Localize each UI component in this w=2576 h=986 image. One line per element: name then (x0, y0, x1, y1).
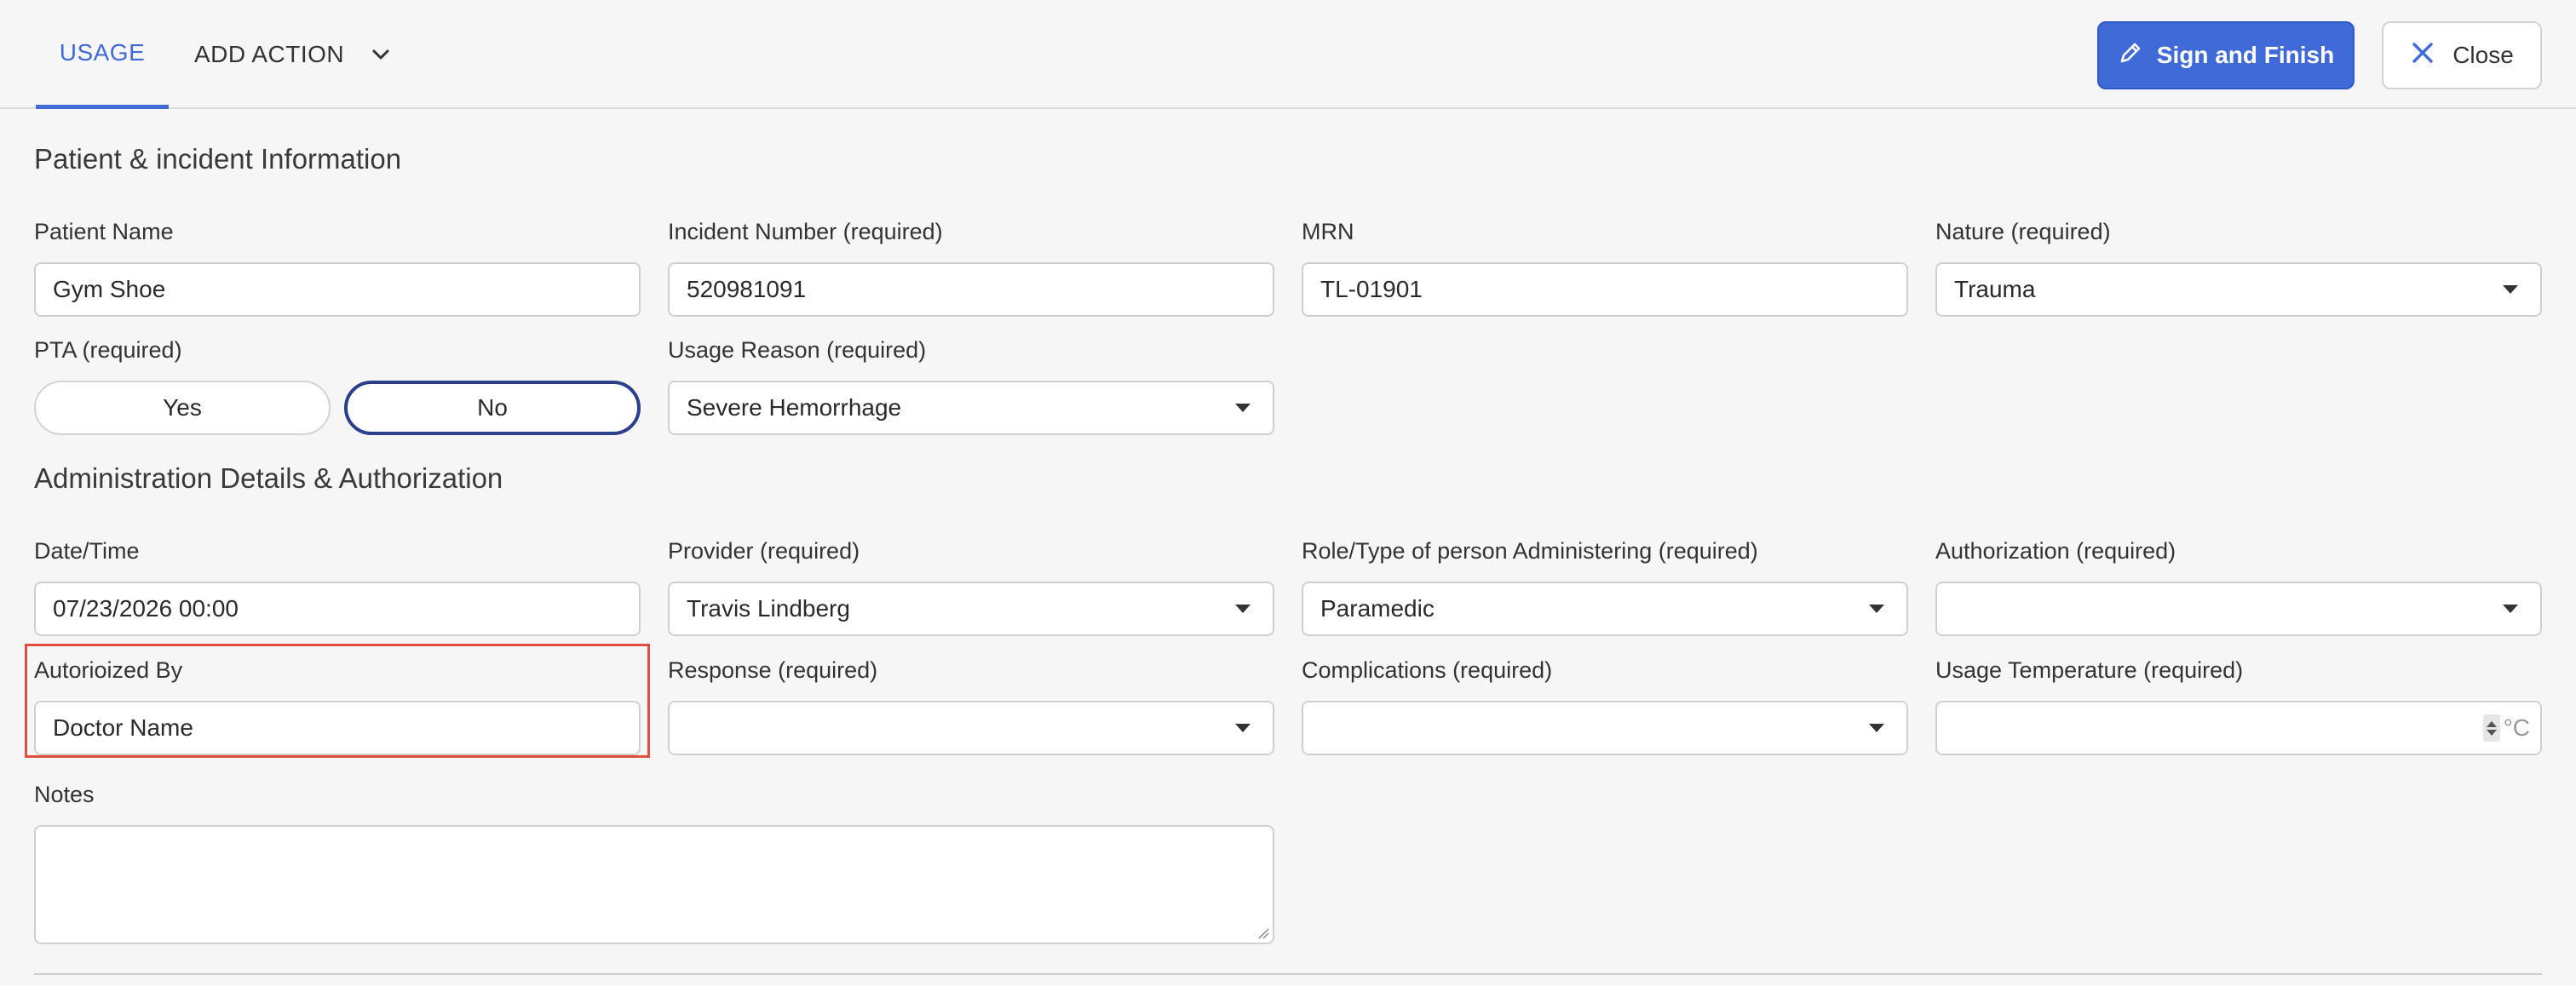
temperature-unit: °C (2503, 714, 2530, 741)
patient-name-field: Patient Name Gym Shoe (34, 215, 641, 317)
tab-add-action[interactable]: ADD ACTION (194, 0, 392, 109)
close-icon (2410, 40, 2435, 72)
caret-down-icon (1235, 605, 1251, 613)
section-title-patient: Patient & incident Information (34, 143, 402, 175)
pta-label: PTA (required) (34, 337, 182, 363)
caret-down-icon (1235, 724, 1251, 732)
incident-number-input[interactable]: 520981091 (668, 262, 1274, 317)
authorized-by-value: Doctor Name (53, 714, 193, 741)
section-title-administration: Administration Details & Authorization (34, 462, 503, 494)
usage-temperature-label: Usage Temperature (required) (1935, 657, 2244, 683)
usage-reason-field: Usage Reason (required) Severe Hemorrhag… (668, 333, 1274, 435)
caret-down-icon (2503, 285, 2518, 294)
response-field: Response (required) (668, 653, 1274, 755)
caret-down-icon (2503, 605, 2518, 613)
pta-yes-label: Yes (163, 394, 202, 421)
tab-usage[interactable]: USAGE (36, 0, 169, 109)
close-button[interactable]: Close (2382, 21, 2542, 89)
role-select[interactable]: Paramedic (1302, 582, 1908, 636)
caret-down-icon (1869, 724, 1884, 732)
authorized-by-label: Autorioized By (34, 657, 183, 683)
provider-select[interactable]: Travis Lindberg (668, 582, 1274, 636)
datetime-input[interactable]: 07/23/2026 00:00 (34, 582, 641, 636)
datetime-field: Date/Time 07/23/2026 00:00 (34, 534, 641, 636)
response-select[interactable] (668, 701, 1274, 755)
nature-select[interactable]: Trauma (1935, 262, 2542, 317)
chevron-down-icon[interactable] (370, 43, 392, 66)
usage-reason-select[interactable]: Severe Hemorrhage (668, 381, 1274, 435)
tab-add-action-label: ADD ACTION (194, 41, 345, 67)
nature-field: Nature (required) Trauma (1935, 215, 2542, 317)
incident-number-label: Incident Number (required) (668, 219, 943, 244)
authorized-by-field: Autorioized By Doctor Name (34, 653, 641, 755)
notes-textarea[interactable] (34, 825, 1274, 944)
pta-toggle-group: Yes No (34, 381, 641, 435)
tab-usage-label: USAGE (59, 38, 146, 66)
sign-and-finish-label: Sign and Finish (2156, 42, 2335, 68)
authorization-select[interactable] (1935, 582, 2542, 636)
patient-name-label: Patient Name (34, 219, 174, 244)
spinner-up-icon[interactable] (2486, 720, 2497, 727)
sign-and-finish-button[interactable]: Sign and Finish (2097, 21, 2355, 89)
incident-number-value: 520981091 (687, 276, 807, 302)
provider-field: Provider (required) Travis Lindberg (668, 534, 1274, 636)
authorization-field: Authorization (required) (1935, 534, 2542, 636)
top-bar: USAGE ADD ACTION Sign and Finish Close (0, 0, 2576, 109)
close-label: Close (2452, 42, 2514, 68)
role-value: Paramedic (1320, 595, 1435, 622)
authorized-by-input[interactable]: Doctor Name (34, 701, 641, 755)
mrn-input[interactable]: TL-01901 (1302, 262, 1908, 317)
role-field: Role/Type of person Administering (requi… (1302, 534, 1908, 636)
datetime-label: Date/Time (34, 538, 140, 564)
nature-label: Nature (required) (1935, 219, 2111, 244)
number-spinner[interactable] (2482, 714, 2500, 742)
complications-select[interactable] (1302, 701, 1908, 755)
complications-field: Complications (required) (1302, 653, 1908, 755)
temperature-suffix: °C (2482, 702, 2530, 754)
usage-reason-value: Severe Hemorrhage (687, 394, 902, 421)
mrn-field: MRN TL-01901 (1302, 215, 1908, 317)
datetime-value: 07/23/2026 00:00 (53, 595, 239, 622)
complications-label: Complications (required) (1302, 657, 1553, 683)
spinner-down-icon[interactable] (2486, 729, 2497, 736)
notes-label: Notes (34, 782, 95, 807)
pta-yes-button[interactable]: Yes (34, 381, 331, 435)
patient-name-value: Gym Shoe (53, 276, 166, 302)
pta-no-button[interactable]: No (344, 381, 641, 435)
incident-number-field: Incident Number (required) 520981091 (668, 215, 1274, 317)
notes-field: Notes (34, 777, 1274, 944)
resize-grip-icon[interactable] (1257, 927, 1269, 939)
mrn-label: MRN (1302, 219, 1354, 244)
provider-label: Provider (required) (668, 538, 860, 564)
patient-name-input[interactable]: Gym Shoe (34, 262, 641, 317)
role-label: Role/Type of person Administering (requi… (1302, 538, 1758, 564)
usage-temperature-field: Usage Temperature (required) °C (1935, 653, 2542, 755)
caret-down-icon (1869, 605, 1884, 613)
usage-reason-label: Usage Reason (required) (668, 337, 927, 363)
nature-value: Trauma (1954, 276, 2036, 302)
authorization-label: Authorization (required) (1935, 538, 2176, 564)
response-label: Response (required) (668, 657, 878, 683)
pta-no-label: No (477, 394, 508, 421)
provider-value: Travis Lindberg (687, 595, 850, 622)
pta-field: PTA (required) Yes No (34, 333, 641, 435)
mrn-value: TL-01901 (1320, 276, 1423, 302)
divider (34, 973, 2542, 975)
pen-icon (2118, 40, 2143, 72)
caret-down-icon (1235, 404, 1251, 412)
usage-temperature-input[interactable]: °C (1935, 701, 2542, 755)
